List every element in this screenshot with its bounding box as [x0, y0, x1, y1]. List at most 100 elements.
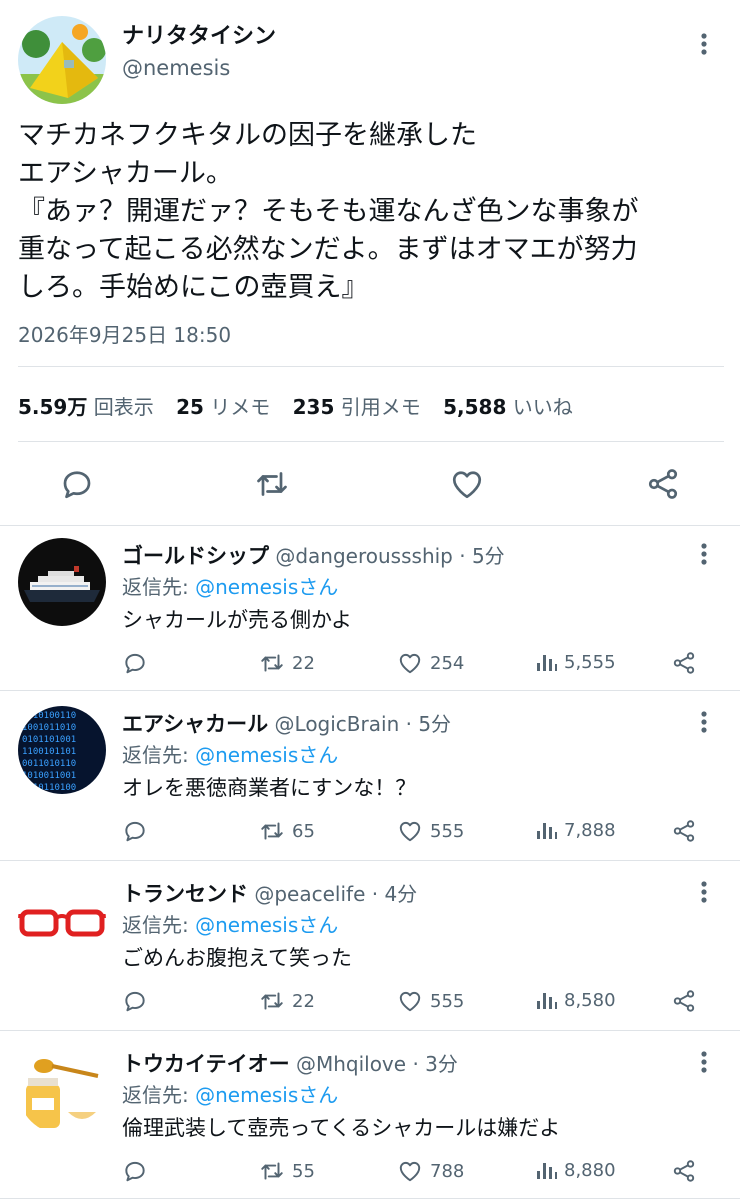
like-button[interactable]: 788: [396, 1158, 464, 1184]
share-button[interactable]: [670, 988, 704, 1014]
timestamp[interactable]: 2026年9月25日 18:50: [18, 319, 231, 348]
share-button[interactable]: [670, 1158, 704, 1184]
retweets-count[interactable]: 25: [176, 395, 204, 419]
reply-tweet[interactable]: ゴールドシップ @dangeroussship · 5分 返信先: @nemes…: [0, 528, 740, 698]
retweet-button[interactable]: 22: [258, 988, 315, 1014]
more-icon[interactable]: [696, 880, 712, 904]
svg-text:0101101001: 0101101001: [22, 735, 76, 745]
retweets-label[interactable]: リメモ: [210, 395, 270, 419]
display-name[interactable]: トウカイテイオー: [122, 1052, 290, 1076]
reply-header: トウカイテイオー @Mhqilove · 3分: [122, 1048, 458, 1078]
like-button[interactable]: 254: [396, 650, 464, 676]
reply-time[interactable]: 3分: [425, 1052, 458, 1076]
views-count: 5,555: [564, 651, 616, 673]
camping-tent-image: [18, 16, 106, 104]
svg-text:1010011001: 1010011001: [22, 771, 76, 781]
like-icon[interactable]: [448, 466, 486, 502]
more-icon[interactable]: [696, 1050, 712, 1074]
svg-text:0011010110: 0011010110: [22, 759, 76, 769]
avatar[interactable]: 0110100110 1001011010 0101101001 1100101…: [18, 706, 106, 794]
reply-to-prefix: 返信先:: [122, 913, 196, 937]
svg-text:1001011010: 1001011010: [22, 723, 76, 733]
avatar[interactable]: [18, 876, 106, 964]
reply-to-mention[interactable]: @nemesisさん: [195, 913, 338, 937]
avatar[interactable]: [18, 538, 106, 626]
display-name[interactable]: ナリタタイシン: [122, 18, 276, 50]
views-count: 8,880: [564, 1159, 616, 1181]
retweet-icon: [258, 1158, 286, 1184]
tweet-text-line: 『あァ？開運だァ？そもそも運なんざ色ンな事象が: [18, 196, 639, 227]
like-count: 555: [430, 990, 465, 1012]
retweet-icon[interactable]: [253, 466, 291, 502]
reply-button[interactable]: [122, 650, 154, 676]
display-name[interactable]: ゴールドシップ: [122, 544, 269, 568]
divider: [18, 366, 724, 367]
views-button[interactable]: 8,880: [534, 1158, 616, 1182]
like-count: 788: [430, 1160, 465, 1182]
handle[interactable]: @peacelife: [254, 882, 365, 906]
display-name[interactable]: トランセンド: [122, 882, 248, 906]
reply-icon: [122, 988, 148, 1014]
reply-to-mention[interactable]: @nemesisさん: [195, 743, 338, 767]
reply-button[interactable]: [122, 818, 154, 844]
handle[interactable]: @LogicBrain: [275, 712, 400, 736]
reply-text: オレを悪徳商業者にすンな！？: [122, 776, 417, 800]
reply-tweet[interactable]: トランセンド @peacelife · 4分 返信先: @nemesisさん ご…: [0, 866, 740, 1036]
reply-text: ごめんお腹抱えて笑った: [122, 946, 352, 970]
handle[interactable]: @Mhqilove: [296, 1052, 406, 1076]
share-button[interactable]: [670, 818, 704, 844]
reply-tweet[interactable]: 0110100110 1001011010 0101101001 1100101…: [0, 696, 740, 866]
display-name[interactable]: エアシャカール: [122, 712, 268, 736]
separator: ·: [459, 544, 466, 568]
reply-to-prefix: 返信先:: [122, 1083, 196, 1107]
retweet-button[interactable]: 65: [258, 818, 315, 844]
retweet-icon: [258, 988, 286, 1014]
share-icon: [670, 988, 698, 1014]
share-icon: [670, 818, 698, 844]
avatar[interactable]: [18, 1046, 106, 1134]
views-button[interactable]: 5,555: [534, 650, 616, 674]
reply-to: 返信先: @nemesisさん: [122, 909, 338, 938]
avatar[interactable]: [18, 16, 106, 104]
reply-time[interactable]: 4分: [384, 882, 417, 906]
tweet-text-line: 重なって起こる必然なンだよ。まずはオマエが努力: [18, 234, 638, 265]
retweet-button[interactable]: 55: [258, 1158, 315, 1184]
likes-label[interactable]: いいね: [513, 395, 573, 419]
honey-jar-image: [18, 1046, 106, 1134]
retweet-icon: [258, 650, 286, 676]
separator: ·: [412, 1052, 419, 1076]
reply-button[interactable]: [122, 988, 154, 1014]
more-icon[interactable]: [696, 710, 712, 734]
tweet-text-line: しろ。手始めにこの壺買え』: [18, 272, 369, 303]
share-icon[interactable]: [645, 466, 681, 502]
divider: [18, 441, 724, 442]
share-button[interactable]: [670, 650, 704, 676]
handle[interactable]: @nemesis: [122, 56, 230, 80]
reply-icon[interactable]: [59, 466, 95, 502]
like-icon: [396, 988, 424, 1014]
views-count: 7,888: [564, 819, 616, 841]
quotes-count[interactable]: 235: [293, 395, 335, 419]
quotes-label[interactable]: 引用メモ: [341, 395, 421, 419]
more-icon[interactable]: [696, 32, 712, 56]
like-button[interactable]: 555: [396, 988, 464, 1014]
reply-to-mention[interactable]: @nemesisさん: [195, 575, 338, 599]
reply-to: 返信先: @nemesisさん: [122, 739, 338, 768]
more-icon[interactable]: [696, 542, 712, 566]
tweet-text: マチカネフクキタルの因子を継承した エアシャカール。 『あァ？開運だァ？そもそも…: [18, 117, 730, 307]
reply-button[interactable]: [122, 1158, 154, 1184]
reply-to-mention[interactable]: @nemesisさん: [195, 1083, 338, 1107]
reply-time[interactable]: 5分: [418, 712, 451, 736]
like-button[interactable]: 555: [396, 818, 464, 844]
likes-count[interactable]: 5,588: [443, 395, 506, 419]
tweet-stats: 5.59万 回表示 25 リメモ 235 引用メモ 5,588 いいね: [18, 391, 589, 420]
reply-tweet[interactable]: トウカイテイオー @Mhqilove · 3分 返信先: @nemesisさん …: [0, 1036, 740, 1200]
reply-text: シャカールが売る側かよ: [122, 608, 352, 632]
share-icon: [670, 650, 698, 676]
reply-time[interactable]: 5分: [472, 544, 505, 568]
like-icon: [396, 1158, 424, 1184]
views-button[interactable]: 8,580: [534, 988, 616, 1012]
retweet-button[interactable]: 22: [258, 650, 315, 676]
views-button[interactable]: 7,888: [534, 818, 616, 842]
handle[interactable]: @dangeroussship: [275, 544, 453, 568]
